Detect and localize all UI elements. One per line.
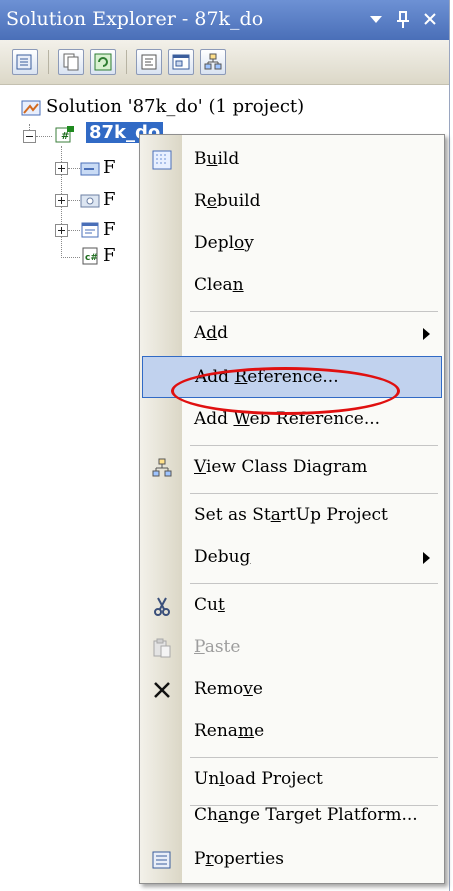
- tree-line: [68, 168, 80, 169]
- menu-item-label: Build: [194, 149, 240, 169]
- menu-item-label: Cut: [194, 595, 225, 615]
- menu-item-label: Add: [194, 323, 229, 343]
- tree-node-solution[interactable]: Solution '87k_do' (1 project): [46, 96, 304, 118]
- show-all-files-button[interactable]: [58, 49, 84, 75]
- tree-line: [61, 257, 80, 258]
- build-icon: [152, 150, 172, 170]
- menu-item-clean[interactable]: Clean: [142, 265, 442, 307]
- svg-text:#: #: [61, 131, 69, 142]
- toolbar-separator: [126, 50, 127, 74]
- menu-item-set-startup[interactable]: Set as StartUp Project: [142, 495, 442, 537]
- menu-item-label: View Class Diagram: [194, 457, 368, 477]
- paste-icon: [153, 638, 171, 658]
- menu-separator: [190, 583, 438, 584]
- properties-icon: [16, 54, 32, 70]
- properties-icon: [152, 851, 171, 869]
- menu-item-label: Rename: [194, 721, 265, 741]
- menu-item-label: Remove: [194, 679, 263, 699]
- menu-item-build[interactable]: Build: [142, 139, 442, 181]
- pin-button[interactable]: [391, 6, 415, 32]
- submenu-arrow-icon: [423, 552, 430, 564]
- properties-button[interactable]: [12, 49, 38, 75]
- menu-separator: [190, 445, 438, 446]
- menu-item-label: Paste: [194, 637, 241, 657]
- menu-item-rename[interactable]: Rename: [142, 711, 442, 753]
- references-folder-icon: [80, 194, 100, 208]
- class-diagram-icon: [152, 458, 172, 477]
- menu-item-add-reference[interactable]: Add Reference...: [142, 356, 442, 398]
- expand-toggle[interactable]: [55, 194, 68, 207]
- view-designer-icon: [172, 54, 190, 70]
- show-all-files-icon: [63, 53, 79, 71]
- menu-item-add[interactable]: Add: [142, 313, 442, 355]
- title-bar: Solution Explorer - 87k_do: [0, 0, 449, 40]
- csharp-file-icon: c#: [82, 247, 98, 265]
- menu-item-view-class-diagram[interactable]: View Class Diagram: [142, 447, 442, 489]
- view-class-diagram-button[interactable]: [200, 49, 226, 75]
- solution-icon: [21, 100, 41, 116]
- toolbar: [0, 40, 449, 85]
- window-title: Solution Explorer - 87k_do: [6, 8, 264, 30]
- tree-node-child[interactable]: F: [103, 245, 116, 267]
- solution-explorer-window: Solution Explorer - 87k_do Solution '87k…: [0, 0, 450, 891]
- view-code-icon: [141, 54, 157, 70]
- close-icon: [424, 13, 436, 25]
- expand-toggle[interactable]: [55, 162, 68, 175]
- chevron-down-icon: [370, 16, 382, 23]
- form-icon: [81, 222, 99, 238]
- properties-folder-icon: [80, 162, 100, 176]
- close-button[interactable]: [418, 6, 442, 32]
- menu-item-label: Deploy: [194, 233, 254, 253]
- menu-item-label: Clean: [194, 275, 244, 295]
- menu-separator: [190, 757, 438, 758]
- menu-item-rebuild[interactable]: Rebuild: [142, 181, 442, 223]
- menu-item-cut[interactable]: Cut: [142, 585, 442, 627]
- menu-item-label: Unload Project: [194, 769, 323, 789]
- tree-line: [68, 200, 80, 201]
- menu-item-label: Set as StartUp Project: [194, 505, 388, 525]
- menu-item-label: Debug: [194, 547, 251, 567]
- menu-item-debug[interactable]: Debug: [142, 537, 442, 579]
- menu-item-label: Rebuild: [194, 191, 261, 211]
- refresh-icon: [94, 53, 112, 71]
- delete-x-icon: [154, 682, 170, 698]
- tree-node-child[interactable]: F: [103, 189, 116, 211]
- view-code-button[interactable]: [136, 49, 162, 75]
- tree-node-child[interactable]: F: [103, 157, 116, 179]
- pin-icon: [397, 11, 409, 28]
- csharp-project-icon: #: [55, 126, 74, 143]
- submenu-arrow-icon: [423, 328, 430, 340]
- menu-item-label: Change Target Platform...: [194, 805, 418, 825]
- collapse-toggle[interactable]: [23, 130, 36, 143]
- menu-item-add-web-reference[interactable]: Add Web Reference...: [142, 399, 442, 441]
- menu-item-deploy[interactable]: Deploy: [142, 223, 442, 265]
- tree-line: [36, 136, 52, 137]
- view-designer-button[interactable]: [168, 49, 194, 75]
- menu-item-remove[interactable]: Remove: [142, 669, 442, 711]
- menu-item-paste: Paste: [142, 627, 442, 669]
- tree-line: [68, 230, 80, 231]
- tree-node-child[interactable]: F: [103, 219, 116, 241]
- toolbar-separator: [48, 50, 49, 74]
- menu-item-change-target-platform[interactable]: Change Target Platform...: [142, 795, 442, 837]
- menu-item-label: Add Web Reference...: [194, 409, 381, 429]
- menu-separator: [190, 311, 438, 312]
- scissors-icon: [154, 597, 170, 616]
- context-menu: Build Rebuild Deploy Clean Add Add Refer…: [139, 134, 445, 884]
- menu-separator: [190, 493, 438, 494]
- menu-item-properties[interactable]: Properties: [142, 839, 442, 881]
- menu-item-label: Properties: [194, 849, 284, 869]
- svg-text:c#: c#: [85, 253, 98, 263]
- refresh-button[interactable]: [90, 49, 116, 75]
- view-class-diagram-icon: [204, 53, 222, 70]
- expand-toggle[interactable]: [55, 224, 68, 237]
- window-dropdown-button[interactable]: [364, 6, 388, 32]
- menu-item-label: Add Reference...: [195, 367, 339, 387]
